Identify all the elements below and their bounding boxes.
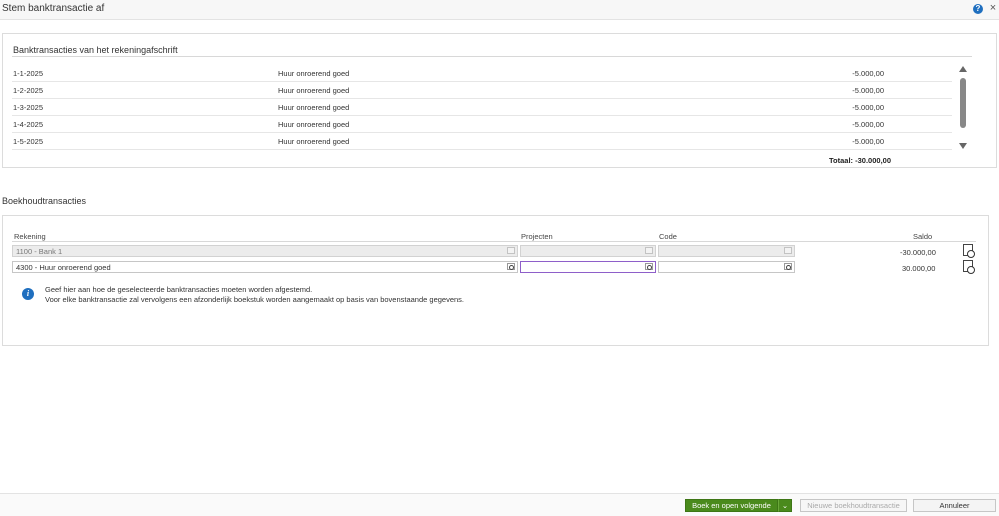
transaction-amount: -5.000,00 (852, 137, 884, 146)
bank-transactions-title: Banktransacties van het rekeningafschrif… (13, 45, 178, 55)
projects-field[interactable] (520, 261, 656, 273)
help-icon[interactable]: ? (973, 4, 983, 14)
chevron-down-icon[interactable]: ⌄ (778, 499, 792, 512)
transaction-description: Huur onroerend goed (278, 137, 350, 146)
lookup-icon (507, 247, 515, 254)
code-field[interactable] (658, 261, 795, 273)
document-search-icon[interactable] (963, 244, 975, 258)
transaction-description: Huur onroerend goed (278, 69, 350, 78)
transaction-date: 1-5-2025 (13, 137, 44, 146)
bank-transaction-row[interactable]: 1-1-2025 Huur onroerend goed -5.000,00 (12, 65, 952, 82)
info-text-line-1: Geef hier aan hoe de geselecteerde bankt… (45, 285, 313, 294)
info-icon: i (22, 288, 34, 300)
booking-transactions-panel (2, 215, 989, 346)
scroll-down-arrow-icon[interactable] (959, 143, 967, 149)
transaction-description: Huur onroerend goed (278, 120, 350, 129)
column-header-projects: Projecten (521, 232, 553, 241)
column-header-balance: Saldo (913, 232, 933, 241)
info-text-line-2: Voor elke banktransactie zal vervolgens … (45, 295, 465, 304)
cancel-button[interactable]: Annuleer (913, 499, 996, 512)
book-and-open-next-button[interactable]: Boek en open volgende (685, 499, 778, 512)
divider (12, 241, 976, 242)
lookup-icon (784, 247, 792, 254)
column-header-code: Code (659, 232, 677, 241)
balance-value: -30.000,00 (900, 248, 936, 257)
scroll-up-arrow-icon[interactable] (959, 66, 967, 72)
account-field: 1100 - Bank 1 (12, 245, 518, 257)
close-icon[interactable]: × (988, 2, 998, 14)
transaction-date: 1-1-2025 (13, 69, 44, 78)
divider (12, 56, 972, 57)
booking-transactions-title: Boekhoudtransacties (2, 196, 87, 206)
bank-transaction-row[interactable]: 1-2-2025 Huur onroerend goed -5.000,00 (12, 82, 952, 99)
transaction-description: Huur onroerend goed (278, 86, 350, 95)
transaction-date: 1-4-2025 (13, 120, 44, 129)
document-search-icon[interactable] (963, 260, 975, 274)
lookup-icon[interactable] (784, 263, 792, 270)
lookup-icon[interactable] (645, 263, 653, 270)
transaction-date: 1-2-2025 (13, 86, 44, 95)
projects-field (520, 245, 656, 257)
dialog-title: Stem banktransactie af (2, 3, 105, 14)
transaction-date: 1-3-2025 (13, 103, 44, 112)
bank-transactions-total: Totaal: -30.000,00 (829, 156, 891, 165)
transaction-amount: -5.000,00 (852, 103, 884, 112)
account-field[interactable]: 4300 - Huur onroerend goed (12, 261, 518, 273)
bank-transaction-row[interactable]: 1-5-2025 Huur onroerend goed -5.000,00 (12, 133, 952, 150)
bank-transaction-row[interactable]: 1-3-2025 Huur onroerend goed -5.000,00 (12, 99, 952, 116)
column-header-account: Rekening (14, 232, 46, 241)
transaction-amount: -5.000,00 (852, 69, 884, 78)
dialog-titlebar: Stem banktransactie af ? × (0, 0, 999, 20)
balance-value: 30.000,00 (902, 264, 936, 273)
scrollbar-thumb[interactable] (960, 78, 966, 128)
transaction-amount: -5.000,00 (852, 120, 884, 129)
new-booking-transaction-button: Nieuwe boekhoudtransactie (800, 499, 907, 512)
lookup-icon[interactable] (507, 263, 515, 270)
code-field (658, 245, 795, 257)
transaction-amount: -5.000,00 (852, 86, 884, 95)
transaction-description: Huur onroerend goed (278, 103, 350, 112)
lookup-icon (645, 247, 653, 254)
bank-transaction-row[interactable]: 1-4-2025 Huur onroerend goed -5.000,00 (12, 116, 952, 133)
